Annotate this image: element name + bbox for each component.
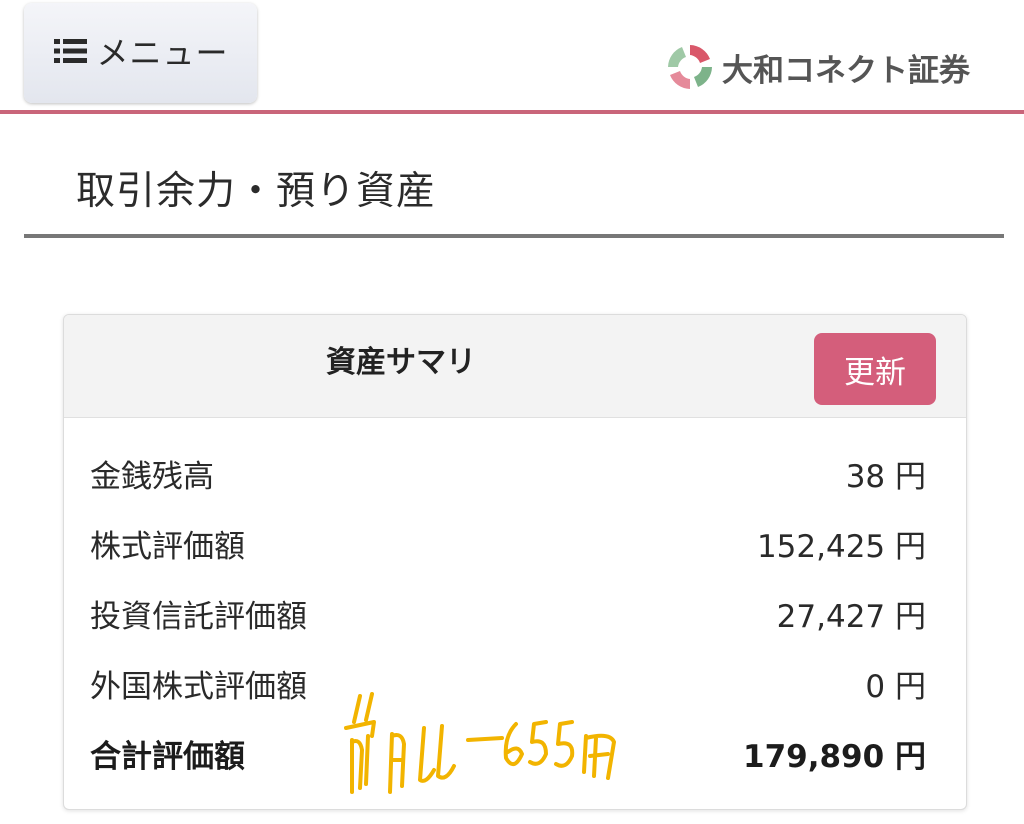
summary-row-stocks: 株式評価額 152,425 円: [90, 521, 926, 571]
row-label: 金銭残高: [90, 459, 214, 495]
menu-button[interactable]: メニュー: [24, 3, 257, 103]
list-icon: [54, 39, 88, 63]
row-label: 外国株式評価額: [90, 669, 307, 705]
total-value: 179,890 円: [743, 739, 926, 775]
row-value: 152,425 円: [756, 529, 926, 565]
row-label: 株式評価額: [90, 529, 245, 565]
brand-logo[interactable]: 大和コネクト証券: [664, 40, 970, 94]
app-header: メニュー 大和コネクト証券: [0, 0, 1024, 110]
row-label: 投資信託評価額: [90, 599, 307, 635]
handwritten-annotation: [344, 692, 616, 794]
header-divider: [0, 110, 1024, 114]
menu-label: メニュー: [96, 34, 229, 72]
refresh-button[interactable]: 更新: [814, 333, 936, 405]
summary-row-cash: 金銭残高 38 円: [90, 451, 926, 501]
title-divider: [24, 234, 1004, 238]
row-value: 38 円: [845, 459, 926, 495]
logo-mark-icon: [668, 45, 712, 89]
total-label: 合計評価額: [90, 739, 245, 775]
page-title: 取引余力・預り資産: [76, 169, 437, 214]
row-value: 27,427 円: [776, 599, 926, 635]
card-title: 資産サマリ: [326, 345, 476, 380]
brand-name: 大和コネクト証券: [722, 52, 970, 89]
summary-row-funds: 投資信託評価額 27,427 円: [90, 591, 926, 641]
row-value: 0 円: [865, 669, 926, 705]
card-header: 資産サマリ 更新: [64, 315, 966, 418]
